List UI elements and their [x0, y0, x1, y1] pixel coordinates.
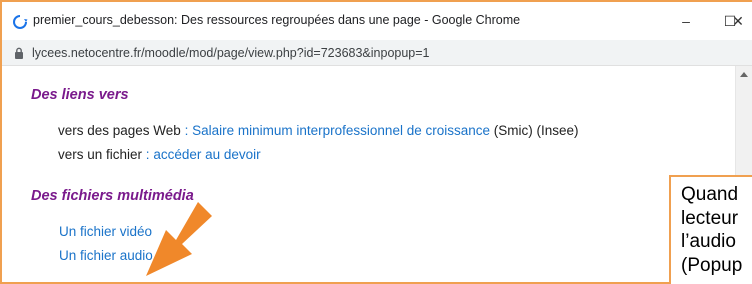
web-pages-separator: :: [184, 123, 189, 138]
file-separator: :: [145, 147, 150, 162]
url-text[interactable]: lycees.netocentre.fr/moodle/mod/page/vie…: [32, 46, 430, 60]
window-title: premier_cours_debesson: Des ressources r…: [33, 13, 521, 27]
smic-link[interactable]: Salaire minimum interprofessionnel de cr…: [192, 123, 490, 138]
callout-line-3: l’audio: [681, 231, 736, 252]
address-bar[interactable]: lycees.netocentre.fr/moodle/mod/page/vie…: [2, 40, 752, 66]
loading-spinner-icon: [13, 15, 28, 29]
callout-line-1: Quand: [681, 184, 739, 205]
audio-file-link[interactable]: Un fichier audio: [59, 248, 153, 263]
smic-suffix: (Smic) (Insee): [490, 123, 579, 138]
callout-box: Quand lecteur l’audio (Popup: [669, 175, 752, 284]
web-pages-prefix: vers des pages Web: [58, 123, 185, 138]
close-icon: ✕: [732, 12, 744, 29]
minimize-icon: –: [682, 13, 690, 29]
assignment-link[interactable]: accéder au devoir: [153, 147, 260, 162]
scroll-up-arrow-icon[interactable]: [740, 72, 748, 77]
callout-text: Quand lecteur l’audio (Popup: [681, 183, 742, 277]
browser-window: premier_cours_debesson: Des ressources r…: [0, 0, 752, 284]
file-prefix: vers un fichier: [58, 147, 146, 162]
minimize-button[interactable]: –: [664, 6, 708, 36]
callout-line-4: (Popup: [681, 254, 743, 276]
page-content: Des liens vers vers des pages Web : Sala…: [2, 66, 752, 282]
video-file-link[interactable]: Un fichier vidéo: [59, 224, 152, 239]
lock-icon: [15, 47, 23, 59]
title-bar: premier_cours_debesson: Des ressources r…: [2, 2, 752, 40]
web-pages-line: vers des pages Web : Salaire minimum int…: [58, 123, 579, 138]
section-heading-links: Des liens vers: [31, 87, 129, 103]
close-button[interactable]: ✕: [722, 6, 752, 36]
orange-arrow-icon: [146, 202, 212, 276]
callout-line-2: lecteur: [681, 207, 739, 229]
file-line: vers un fichier : accéder au devoir: [58, 147, 261, 162]
